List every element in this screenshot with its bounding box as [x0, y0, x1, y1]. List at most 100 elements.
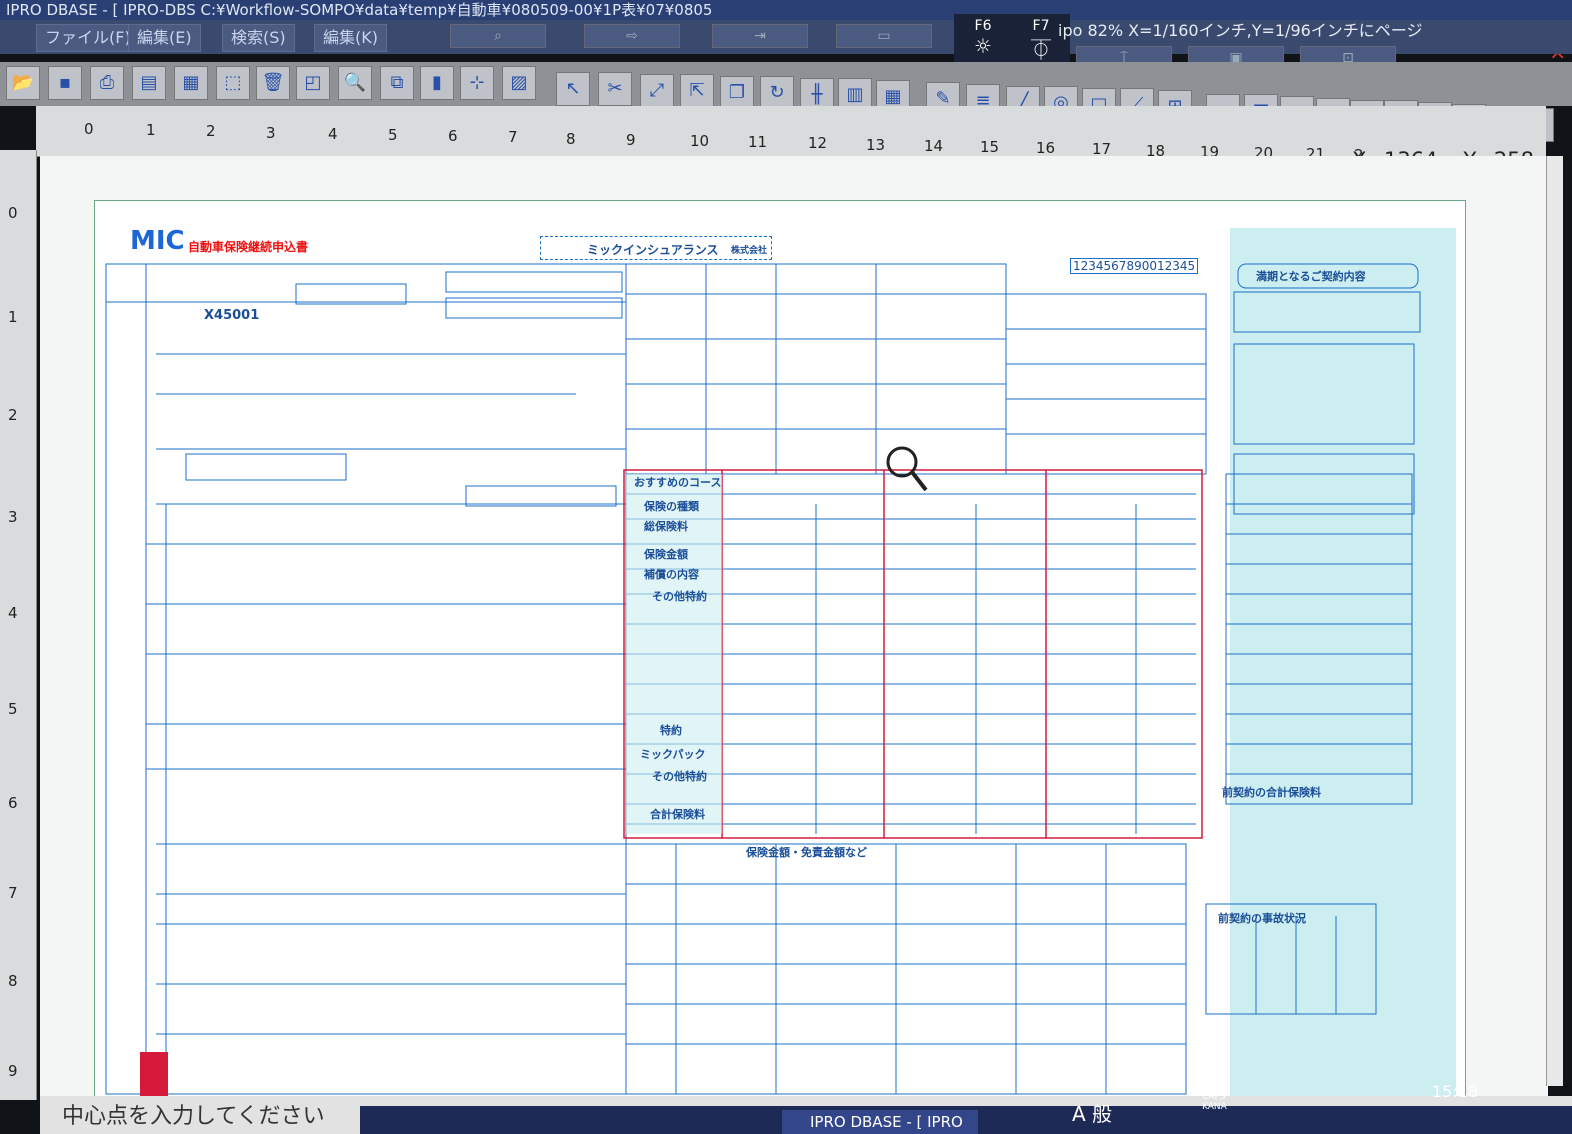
form-logo: MIC — [130, 226, 185, 256]
row-label-0: おすすめのコース — [634, 476, 722, 489]
magnifier-cursor-icon — [886, 446, 928, 492]
vruler-tick-8: 8 — [8, 972, 18, 990]
form-serial-number: 123456789001​2345 — [1070, 258, 1199, 274]
ruler-tick-4: 4 — [328, 124, 338, 143]
vruler-tick-9: 9 — [8, 1062, 18, 1080]
resize-button[interactable]: ⤢ — [640, 74, 674, 108]
folder-icon: 📂 — [11, 72, 35, 93]
ruler-tick-2: 2 — [206, 122, 216, 141]
vruler-tick-7: 7 — [8, 884, 18, 902]
previous-status-label: 前契約の事故状況 — [1218, 912, 1306, 925]
ruler-tick-11: 11 — [748, 133, 768, 152]
magnifier-icon: 🔍 — [343, 72, 367, 93]
red-marker — [140, 1052, 168, 1096]
taskbar-app-label: IPRO DBASE - [ IPRO — [810, 1113, 963, 1131]
rotate-icon: ↻ — [769, 82, 785, 103]
f6-key-button[interactable]: F6 ☼ — [954, 14, 1012, 64]
menu-edit-k[interactable]: 編集(K) — [314, 24, 387, 52]
copy-icon: ❐ — [728, 82, 746, 103]
vertical-ruler — [0, 150, 37, 1100]
vruler-tick-0: 0 — [8, 204, 18, 222]
previous-contract-label: 前契約の合計保険料 — [1222, 786, 1321, 799]
image-button[interactable]: ▨ — [502, 66, 536, 100]
save-button[interactable]: ▪ — [48, 66, 82, 100]
arrow-right-icon: ⇨ — [626, 28, 638, 44]
move-icon: ⇱ — [689, 80, 705, 101]
pointer-icon: ↖ — [565, 78, 581, 99]
company-suffix: 株式会社 — [731, 246, 768, 256]
frame-button[interactable]: ⬚ — [216, 66, 250, 100]
printer-icon: ⎙ — [99, 72, 115, 93]
window-title-bar: IPRO DBASE - [ IPRO-DBS C:¥Workflow-SOMP… — [0, 0, 1572, 20]
ruler-tick-0: 0 — [84, 120, 94, 138]
next-toolbar-button[interactable]: ⇥ — [712, 24, 808, 48]
chart-button[interactable]: ▮ — [420, 66, 454, 100]
search-toolbar-button[interactable]: ⌕ — [450, 24, 546, 48]
menu-search-label: 検索(S) — [231, 28, 286, 47]
forward-toolbar-button[interactable]: ⇨ — [584, 24, 680, 48]
cut-button[interactable]: ✂ — [598, 72, 632, 106]
menu-edit-k-label: 編集(K) — [323, 28, 378, 47]
select-area-button[interactable]: ◰ — [296, 66, 330, 100]
delete-button[interactable]: 🗑 — [256, 66, 290, 100]
ruler-tick-12: 12 — [808, 134, 828, 153]
ruler-tick-9: 9 — [626, 130, 636, 149]
layers-button[interactable]: ⧉ — [380, 66, 414, 100]
grid-button[interactable]: ▦ — [174, 66, 208, 100]
print-button[interactable]: ⎙ — [90, 66, 124, 100]
caps-label: CAPS — [1202, 1092, 1226, 1102]
zoom-info: ipo 82% X=1/160インチ,Y=1/96インチにページ — [1058, 21, 1423, 40]
search-icon: ⌕ — [494, 28, 502, 44]
form-lines — [105, 263, 1421, 1095]
layout-button[interactable]: ▤ — [132, 66, 166, 100]
clock[interactable]: 15:18 — [1432, 1082, 1478, 1101]
arrow-icon: ⇥ — [754, 28, 766, 44]
vertical-scrollbar[interactable] — [1546, 156, 1563, 1086]
fit-button[interactable]: ⊹ — [460, 66, 494, 100]
page-icon: ▭ — [877, 28, 891, 44]
f6-label: F6 — [974, 18, 992, 34]
open-button[interactable]: 📂 — [6, 66, 40, 100]
rotate-button[interactable]: ↻ — [760, 76, 794, 110]
copy-button[interactable]: ❐ — [720, 76, 754, 110]
pointer-button[interactable]: ↖ — [556, 72, 590, 106]
form-field-value: X45001 — [204, 308, 260, 323]
vruler-tick-2: 2 — [8, 406, 18, 424]
menu-file[interactable]: ファイル(F) — [36, 24, 140, 52]
form-title: 自動車保険継続申込書 — [188, 240, 309, 254]
caps-kana-indicator: CAPS KANA — [1202, 1092, 1227, 1112]
company-name: ミックインシュアランス — [587, 243, 719, 257]
ime-indicator[interactable]: A 般 — [1072, 1098, 1112, 1127]
side-heading: 満期となるご契約内容 — [1256, 270, 1366, 283]
table-icon: ▥ — [846, 84, 864, 105]
select-icon: ◰ — [304, 72, 322, 93]
move-button[interactable]: ⇱ — [680, 74, 714, 108]
form-top-right-frame — [1005, 293, 1207, 475]
form-top-middle-frame — [625, 263, 1007, 475]
taskbar-app-button[interactable]: IPRO DBASE - [ IPRO — [782, 1110, 978, 1134]
zoom-button[interactable]: 🔍 — [338, 66, 372, 100]
status-message: 中心点を入力してください — [62, 1104, 325, 1129]
resize-icon: ⤢ — [649, 80, 665, 101]
image-icon: ▨ — [510, 72, 528, 93]
menu-edit-label: 編集(E) — [137, 28, 192, 47]
row-label-7: ミックパック — [640, 748, 706, 761]
ruler-tick-13: 13 — [866, 135, 886, 154]
grid-icon: ▦ — [182, 72, 200, 93]
menu-file-label: ファイル(F) — [45, 28, 131, 47]
layout-icon: ▤ — [140, 72, 158, 93]
bar-chart-icon: ▮ — [432, 72, 442, 93]
form-layout-svg[interactable] — [96, 204, 1456, 1100]
ruler-tick-15: 15 — [980, 138, 1000, 156]
page-toolbar-button[interactable]: ▭ — [836, 24, 932, 48]
ruler-tick-7: 7 — [508, 128, 518, 147]
form-bottom-middle-frame — [625, 843, 1187, 1095]
menu-search[interactable]: 検索(S) — [222, 24, 295, 52]
vruler-tick-1: 1 — [8, 308, 18, 326]
menu-edit[interactable]: 編集(E) — [128, 24, 201, 52]
ruler-tick-10: 10 — [690, 132, 710, 150]
row-label-3: 保険金額 — [644, 548, 688, 561]
window-title: IPRO DBASE - [ IPRO-DBS C:¥Workflow-SOMP… — [6, 1, 713, 19]
ruler-tick-14: 14 — [924, 136, 944, 155]
row-label-1: 保険の種類 — [644, 500, 699, 513]
